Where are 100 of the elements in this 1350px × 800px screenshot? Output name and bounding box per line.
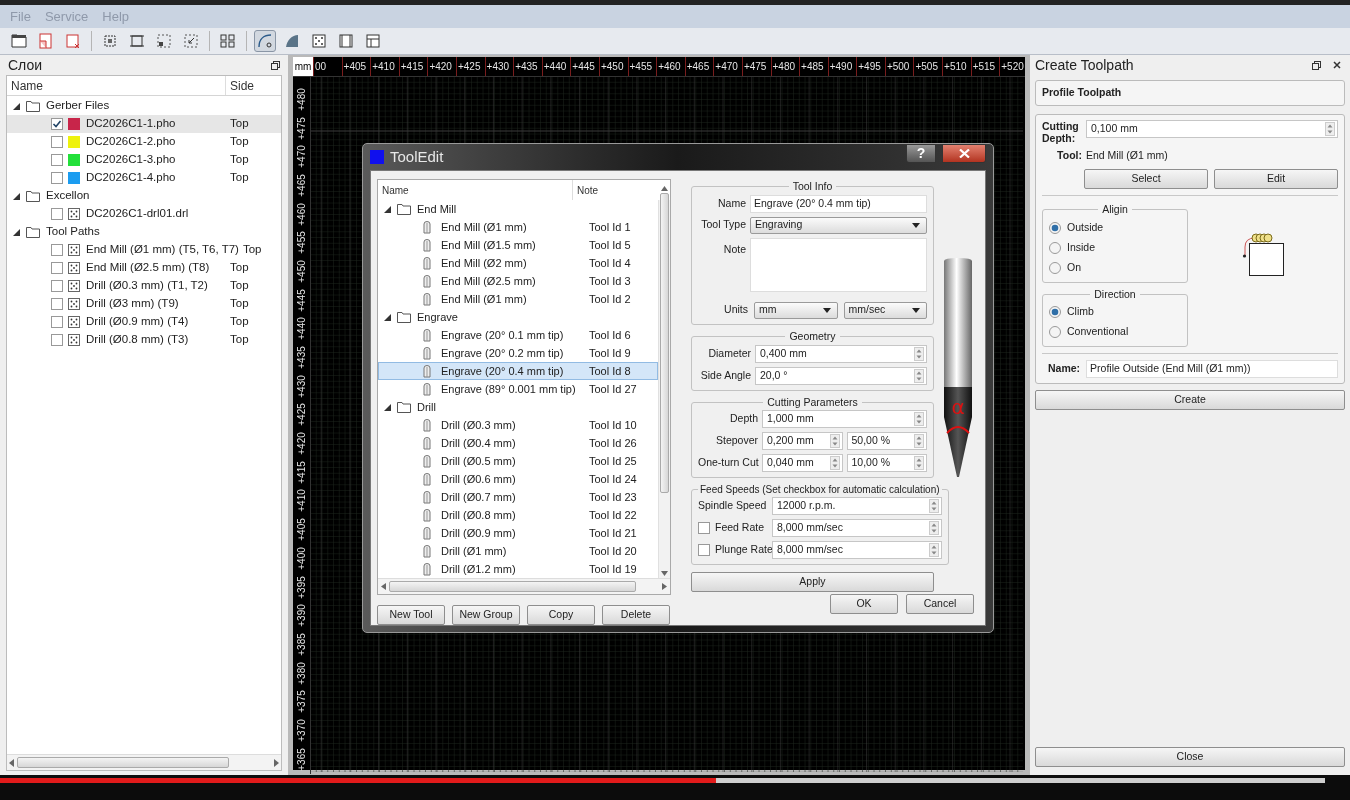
column-header[interactable]: Name bbox=[7, 76, 226, 95]
spin-field[interactable]: 0,100 mm bbox=[1086, 120, 1338, 138]
tree-row[interactable]: End Mill (Ø2 mm) Tool Id 4 bbox=[378, 254, 658, 272]
dropdown[interactable]: mm bbox=[754, 301, 838, 319]
select-corner-icon[interactable] bbox=[155, 32, 173, 50]
button[interactable]: Apply bbox=[691, 572, 934, 593]
column-header[interactable]: Side bbox=[226, 76, 281, 95]
checkbox[interactable] bbox=[51, 208, 63, 220]
box-icon[interactable] bbox=[337, 32, 355, 50]
spin-field[interactable]: 50,00 % bbox=[846, 432, 927, 451]
group-name[interactable]: Drill bbox=[417, 398, 436, 416]
spin-field[interactable]: 0,400 mm bbox=[755, 344, 927, 363]
tree-row[interactable]: Engrave (89° 0.001 mm tip) Tool Id 27 bbox=[378, 380, 658, 398]
scroll-up-icon[interactable] bbox=[661, 186, 668, 191]
expand-triangle-icon[interactable] bbox=[13, 228, 20, 236]
dotted-square-icon[interactable] bbox=[310, 32, 328, 50]
tree-row[interactable]: End Mill (Ø1 mm) Tool Id 1 bbox=[378, 218, 658, 236]
button[interactable]: New Group bbox=[452, 605, 520, 625]
checkbox[interactable] bbox=[51, 262, 63, 274]
scroll-right-icon[interactable] bbox=[662, 583, 667, 590]
tree-row[interactable]: Drill (Ø1.2 mm) Tool Id 19 bbox=[378, 560, 658, 578]
table-icon[interactable] bbox=[364, 32, 382, 50]
checkbox[interactable] bbox=[51, 118, 63, 130]
button[interactable]: New Tool bbox=[377, 605, 445, 625]
dropdown[interactable]: Engraving bbox=[750, 216, 927, 234]
spin-field[interactable]: 1,000 mm bbox=[762, 410, 927, 429]
scrollbar-thumb[interactable] bbox=[660, 193, 669, 493]
tree-row[interactable]: DC2026C1-2.pho Top bbox=[7, 133, 281, 151]
horizontal-scrollbar[interactable] bbox=[378, 578, 670, 594]
button[interactable]: OK bbox=[830, 594, 898, 614]
column-header[interactable]: Note bbox=[573, 180, 658, 200]
group-icon[interactable] bbox=[219, 32, 237, 50]
tree-row[interactable]: Drill (Ø0.4 mm) Tool Id 26 bbox=[378, 434, 658, 452]
blade-icon[interactable] bbox=[283, 32, 301, 50]
checkbox[interactable] bbox=[698, 544, 710, 557]
spin-arrows-icon[interactable] bbox=[914, 346, 924, 361]
option-label[interactable]: Inside bbox=[1067, 239, 1096, 256]
expand-triangle-icon[interactable] bbox=[13, 192, 20, 200]
tree-row[interactable]: Drill (Ø0.8 mm) (T3) Top bbox=[7, 331, 281, 349]
checkbox[interactable] bbox=[51, 244, 63, 256]
button[interactable]: Close bbox=[1035, 747, 1345, 767]
tree-row[interactable]: DC2026C1-1.pho Top bbox=[7, 115, 281, 133]
scroll-left-icon[interactable] bbox=[381, 583, 386, 590]
scroll-right-icon[interactable] bbox=[273, 758, 279, 767]
text-field[interactable]: Engrave (20° 0.4 mm tip) bbox=[750, 194, 927, 213]
expand-triangle-icon[interactable] bbox=[384, 403, 391, 411]
button[interactable]: Cancel bbox=[906, 594, 974, 614]
group-name[interactable]: Gerber Files bbox=[46, 97, 110, 115]
checkbox[interactable] bbox=[51, 280, 63, 292]
tree-row[interactable]: Drill (Ø0.3 mm) (T1, T2) Top bbox=[7, 277, 281, 295]
curve-icon[interactable] bbox=[256, 32, 274, 50]
tree-row[interactable]: Drill (Ø0.3 mm) Tool Id 10 bbox=[378, 416, 658, 434]
spin-field[interactable]: 8,000 mm/sec bbox=[772, 519, 942, 538]
checkbox[interactable] bbox=[51, 154, 63, 166]
tree-row[interactable]: Drill (Ø0.6 mm) Tool Id 24 bbox=[378, 470, 658, 488]
tree-row[interactable]: Drill (Ø0.9 mm) (T4) Top bbox=[7, 313, 281, 331]
spin-arrows-icon[interactable] bbox=[914, 412, 924, 427]
checkbox[interactable] bbox=[698, 522, 710, 535]
tree-row[interactable]: DC2026C1-4.pho Top bbox=[7, 169, 281, 187]
group-name[interactable]: Excellon bbox=[46, 187, 90, 205]
expand-triangle-icon[interactable] bbox=[384, 205, 391, 213]
scrollbar-thumb[interactable] bbox=[17, 757, 229, 768]
button[interactable]: Edit bbox=[1214, 168, 1338, 189]
tree-row[interactable]: DC2026C1-3.pho Top bbox=[7, 151, 281, 169]
button[interactable]: Delete bbox=[602, 605, 670, 625]
close-button[interactable] bbox=[942, 143, 986, 163]
scroll-left-icon[interactable] bbox=[9, 758, 15, 767]
spin-field[interactable]: 8,000 mm/sec bbox=[772, 541, 942, 560]
tree-row[interactable]: Drill (Ø1 mm) Tool Id 20 bbox=[378, 542, 658, 560]
folder-icon[interactable] bbox=[10, 32, 28, 50]
tree-row[interactable]: Engrave (20° 0.2 mm tip) Tool Id 9 bbox=[378, 344, 658, 362]
option-label[interactable]: On bbox=[1067, 259, 1081, 276]
tree-row[interactable]: Drill (Ø3 mm) (T9) Top bbox=[7, 295, 281, 313]
spin-field[interactable]: 12000 r.p.m. bbox=[772, 497, 942, 516]
select-frame-icon[interactable] bbox=[101, 32, 119, 50]
close-icon[interactable] bbox=[1333, 61, 1341, 69]
scrollbar-thumb[interactable] bbox=[389, 581, 636, 592]
spin-field[interactable]: 20,0 ° bbox=[755, 366, 927, 385]
checkbox[interactable] bbox=[51, 172, 63, 184]
group-name[interactable]: End Mill bbox=[417, 200, 457, 218]
tree-row[interactable]: End Mill (Ø2.5 mm) Tool Id 3 bbox=[378, 272, 658, 290]
tree-row[interactable]: End Mill (Ø1 mm) (T5, T6, T7) Top bbox=[7, 241, 281, 259]
tree-row[interactable]: Drill (Ø0.7 mm) Tool Id 23 bbox=[378, 488, 658, 506]
radio-button[interactable] bbox=[1049, 306, 1061, 319]
button[interactable]: Copy bbox=[527, 605, 595, 625]
option-label[interactable]: Conventional bbox=[1067, 324, 1129, 341]
tree-row[interactable]: Engrave (20° 0.1 mm tip) Tool Id 6 bbox=[378, 326, 658, 344]
tree-row[interactable]: End Mill (Ø1 mm) Tool Id 2 bbox=[378, 290, 658, 308]
tree-row[interactable]: End Mill (Ø2.5 mm) (T8) Top bbox=[7, 259, 281, 277]
button[interactable]: Create bbox=[1035, 390, 1345, 411]
document-icon[interactable] bbox=[37, 32, 55, 50]
checkbox[interactable] bbox=[51, 298, 63, 310]
tree-row[interactable]: End Mill (Ø1.5 mm) Tool Id 5 bbox=[378, 236, 658, 254]
help-button[interactable]: ? bbox=[906, 143, 936, 163]
checkbox[interactable] bbox=[51, 316, 63, 328]
option-label[interactable]: Climb bbox=[1067, 304, 1094, 321]
checkbox[interactable] bbox=[51, 136, 63, 148]
tree-row[interactable]: Engrave (20° 0.4 mm tip) Tool Id 8 bbox=[378, 362, 658, 380]
dropdown[interactable]: mm/sec bbox=[843, 301, 927, 319]
expand-triangle-icon[interactable] bbox=[13, 102, 20, 110]
